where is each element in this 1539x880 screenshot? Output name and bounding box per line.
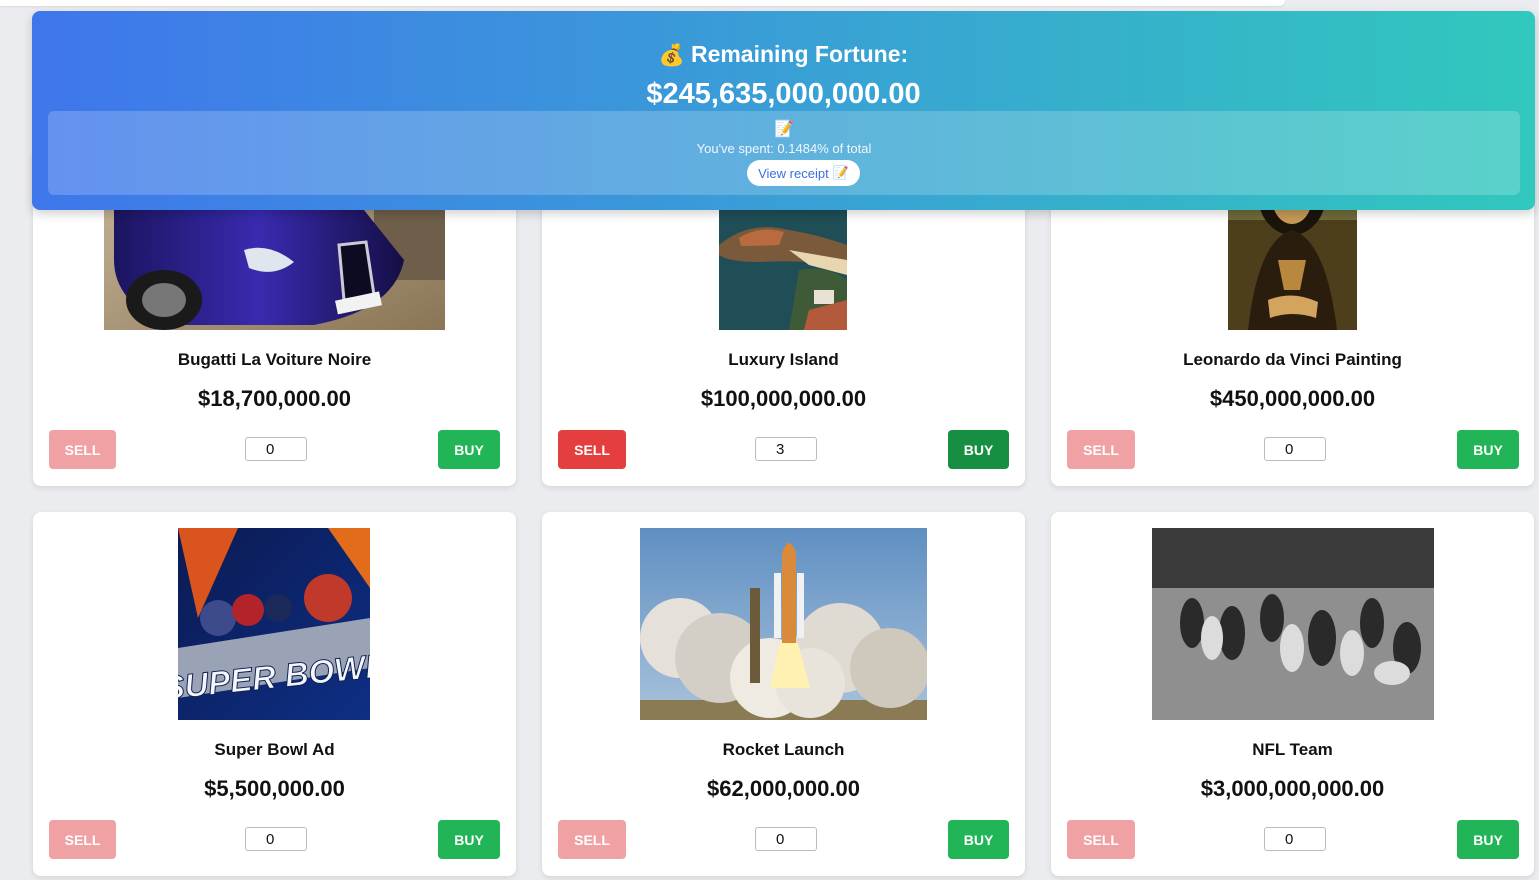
quantity-input[interactable] [1264, 437, 1326, 461]
sell-button[interactable]: SELL [558, 820, 626, 859]
sell-button[interactable]: SELL [49, 430, 116, 469]
sell-button[interactable]: SELL [49, 820, 116, 859]
item-card-super-bowl-ad: SUPER BOWL Super Bowl Ad $5,500,000.00 S… [33, 512, 516, 876]
page: 💰 Remaining Fortune: $245,635,000,000.00 … [0, 0, 1539, 880]
browser-tab-strip [0, 0, 1285, 6]
football-photo [1152, 528, 1434, 720]
item-price: $450,000,000.00 [1209, 386, 1376, 411]
item-name: NFL Team [1252, 740, 1333, 759]
buy-button[interactable]: BUY [1457, 430, 1519, 469]
item-card-rocket-launch: Rocket Launch $62,000,000.00 SELL BUY [542, 512, 1025, 876]
view-receipt-label: View receipt [758, 165, 829, 181]
spent-summary: 📝 You've spent: 0.1484% of total View re… [48, 111, 1520, 195]
item-price: $3,000,000,000.00 [1200, 776, 1385, 801]
buy-button[interactable]: BUY [438, 430, 500, 469]
view-receipt-button[interactable]: View receipt 📝 [747, 160, 860, 186]
item-price: $62,000,000.00 [707, 776, 860, 801]
quantity-input[interactable] [245, 437, 307, 461]
memo-icon: 📝 [832, 165, 849, 180]
buy-button[interactable]: BUY [948, 430, 1009, 469]
super-bowl-photo: SUPER BOWL [178, 528, 370, 720]
item-price: $100,000,000.00 [700, 386, 867, 411]
rocket-photo [640, 528, 927, 720]
quantity-input[interactable] [1264, 827, 1326, 851]
fortune-title-text: Remaining Fortune: [690, 41, 909, 67]
item-price: $18,700,000.00 [198, 386, 351, 411]
money-bag-icon: 💰 [658, 44, 685, 67]
item-name: Bugatti La Voiture Noire [177, 350, 372, 369]
sell-button[interactable]: SELL [1067, 430, 1135, 469]
item-name: Super Bowl Ad [214, 740, 335, 759]
fortune-title: 💰 Remaining Fortune: [32, 41, 1535, 68]
sell-button[interactable]: SELL [1067, 820, 1135, 859]
buy-button[interactable]: BUY [948, 820, 1009, 859]
item-card-nfl-team: NFL Team $3,000,000,000.00 SELL BUY [1051, 512, 1534, 876]
fortune-banner: 💰 Remaining Fortune: $245,635,000,000.00 … [32, 11, 1535, 210]
item-name: Luxury Island [728, 350, 839, 369]
memo-icon: 📝 [774, 121, 794, 138]
item-name: Leonardo da Vinci Painting [1183, 350, 1402, 369]
item-price: $5,500,000.00 [204, 776, 345, 801]
spent-percentage: You've spent: 0.1484% of total [696, 141, 872, 156]
quantity-input[interactable] [755, 437, 817, 461]
quantity-input[interactable] [755, 827, 817, 851]
buy-button[interactable]: BUY [1457, 820, 1519, 859]
fortune-amount: $245,635,000,000.00 [646, 78, 921, 110]
sell-button[interactable]: SELL [558, 430, 626, 469]
item-name: Rocket Launch [722, 740, 845, 759]
buy-button[interactable]: BUY [438, 820, 500, 859]
quantity-input[interactable] [245, 827, 307, 851]
